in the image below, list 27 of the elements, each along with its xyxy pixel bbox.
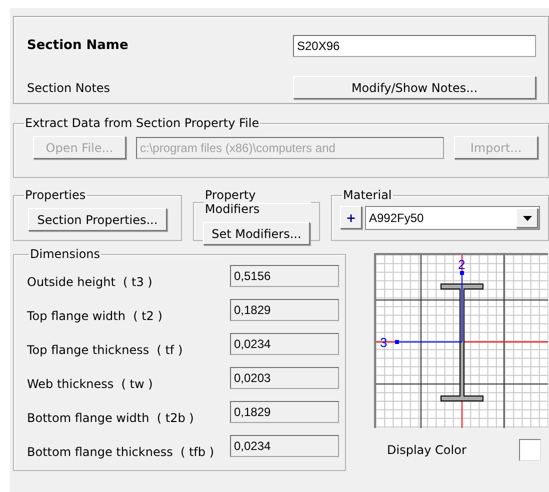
color-swatch[interactable] [519, 439, 542, 461]
dimension-label: Outside height ( t3 ) [27, 275, 152, 289]
dimension-label: Bottom flange thickness ( tfb ) [27, 445, 214, 459]
dimension-field[interactable]: 0,0234 [230, 333, 339, 355]
modify-notes-button[interactable]: Modify/Show Notes... [293, 76, 536, 100]
section-name-label: Section Name [27, 38, 130, 54]
dimension-field[interactable]: 0,1829 [230, 299, 339, 321]
set-modifiers-button[interactable]: Set Modifiers... [202, 222, 310, 245]
dimension-label: Bottom flange width ( t2b ) [27, 411, 194, 425]
dimension-field[interactable]: 0,0203 [230, 367, 339, 389]
dimension-label: Top flange thickness ( tf ) [27, 343, 183, 357]
material-dropdown[interactable]: A992Fy50 [365, 206, 540, 230]
section-properties-button[interactable]: Section Properties... [28, 208, 167, 231]
dimension-label: Web thickness ( tw ) [27, 377, 153, 391]
add-material-button[interactable]: + [340, 206, 362, 229]
group-title: Extract Data from Section Property File [24, 116, 260, 130]
section-name-field[interactable]: S20X96 [293, 34, 536, 57]
group-title: Property Modifiers [204, 188, 261, 216]
display-color-label: Display Color [387, 443, 466, 457]
dimension-field[interactable]: 0,1829 [230, 401, 339, 423]
dimension-label: Top flange width ( t2 ) [27, 309, 162, 323]
group-title: Material [342, 188, 393, 202]
dimension-field[interactable]: 0,5156 [230, 265, 339, 287]
section-notes-label: Section Notes [27, 80, 112, 95]
group-title: Properties [24, 188, 87, 202]
dimension-field[interactable]: 0,0234 [230, 435, 339, 457]
group-title: Dimensions [29, 247, 102, 261]
